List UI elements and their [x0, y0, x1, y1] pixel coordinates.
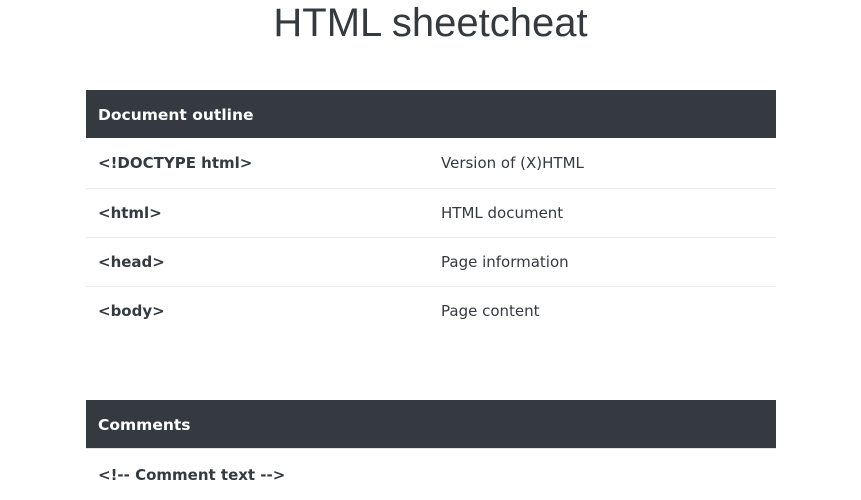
- description-cell: Version of (X)HTML: [441, 154, 584, 172]
- table-row: <!DOCTYPE html> Version of (X)HTML: [86, 138, 776, 188]
- tag-cell: <head>: [98, 253, 165, 271]
- tag-cell: <body>: [98, 302, 165, 320]
- table-row: <html> HTML document: [86, 188, 776, 237]
- description-cell: HTML document: [441, 204, 564, 222]
- description-cell: Page information: [441, 253, 569, 271]
- section-comments: Comments <!-- Comment text -->: [86, 400, 776, 500]
- table-row: <body> Page content: [86, 286, 776, 335]
- tag-cell: <html>: [98, 204, 162, 222]
- description-cell: Page content: [441, 302, 540, 320]
- table-row: <!-- Comment text -->: [86, 448, 776, 500]
- tag-cell: <!-- Comment text -->: [98, 465, 286, 484]
- page-title: HTML sheetcheat: [273, 1, 588, 45]
- section-document-outline: Document outline <!DOCTYPE html> Version…: [86, 90, 776, 335]
- table-row: <head> Page information: [86, 237, 776, 286]
- section-heading: Comments: [86, 400, 776, 448]
- section-heading: Document outline: [86, 90, 776, 138]
- tag-cell: <!DOCTYPE html>: [98, 154, 253, 172]
